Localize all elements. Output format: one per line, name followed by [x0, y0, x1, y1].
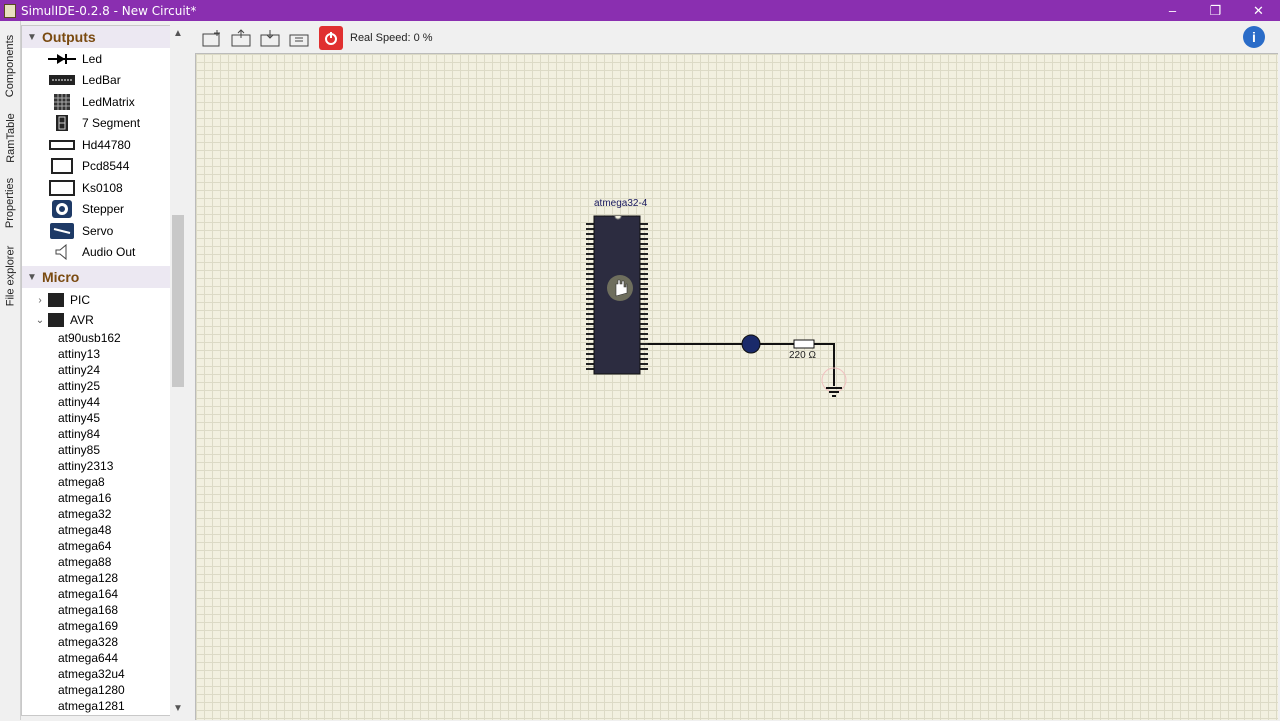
avr-item-attiny25[interactable]: attiny25	[22, 378, 185, 394]
side-tabs: Components RamTable Properties File expl…	[0, 21, 21, 720]
seven-segment-icon	[47, 114, 77, 132]
speaker-icon	[47, 243, 77, 261]
component-ks0108[interactable]: Ks0108	[22, 177, 185, 199]
new-file-icon	[202, 30, 220, 47]
chevron-right-icon: ›	[38, 294, 42, 306]
tab-file-explorer[interactable]: File explorer	[0, 241, 21, 311]
info-icon: i	[1252, 29, 1256, 45]
avr-item-atmega644[interactable]: atmega644	[22, 650, 185, 666]
power-icon	[325, 32, 337, 45]
tab-properties[interactable]: Properties	[0, 173, 21, 233]
category-micro[interactable]: ▼ Micro	[22, 266, 185, 288]
power-button[interactable]	[319, 26, 343, 50]
servo-icon	[47, 222, 77, 240]
component-servo[interactable]: Servo	[22, 220, 185, 242]
category-label: Outputs	[42, 29, 96, 45]
avr-item-atmega1280[interactable]: atmega1280	[22, 682, 185, 698]
avr-item-atmega1281[interactable]: atmega1281	[22, 698, 185, 714]
avr-item-attiny13[interactable]: attiny13	[22, 346, 185, 362]
group-avr[interactable]: ⌄ AVR	[22, 310, 185, 330]
circuit-drawing	[586, 215, 847, 397]
component-stepper[interactable]: Stepper	[22, 199, 185, 221]
group-pic[interactable]: › PIC	[22, 290, 185, 310]
panel-scrollbar[interactable]: ▲ ▼	[170, 25, 186, 716]
avr-item-atmega168[interactable]: atmega168	[22, 602, 185, 618]
open-circuit-button[interactable]	[229, 26, 253, 50]
component-7segment[interactable]: 7 Segment	[22, 113, 185, 135]
avr-list: at90usb162 attiny13 attiny24 attiny25 attiny…	[22, 330, 185, 714]
open-folder-icon	[231, 29, 251, 47]
scroll-down-icon[interactable]: ▼	[170, 700, 186, 716]
lcd-icon	[47, 157, 77, 175]
chip-icon	[48, 313, 64, 327]
resistor-label: 220 Ω	[789, 350, 816, 361]
avr-item-atmega88[interactable]: atmega88	[22, 554, 185, 570]
avr-item-attiny24[interactable]: attiny24	[22, 362, 185, 378]
real-speed-label: Real Speed: 0 %	[350, 32, 433, 44]
save-as-icon	[289, 34, 309, 47]
components-panel: ▼ Outputs Led LedBar LedMatrix 7 Segment…	[21, 25, 186, 716]
save-circuit-button[interactable]	[258, 26, 282, 50]
avr-item-atmega169[interactable]: atmega169	[22, 618, 185, 634]
component-ledmatrix[interactable]: LedMatrix	[22, 91, 185, 113]
avr-item-atmega64[interactable]: atmega64	[22, 538, 185, 554]
info-button[interactable]: i	[1243, 26, 1265, 48]
avr-item-attiny44[interactable]: attiny44	[22, 394, 185, 410]
resistor	[793, 339, 815, 349]
toolbar: Real Speed: 0 % i	[195, 23, 1280, 53]
component-led[interactable]: Led	[22, 48, 185, 70]
minimize-button[interactable]: –	[1151, 0, 1194, 21]
led-icon	[47, 50, 77, 68]
stepper-icon	[47, 200, 77, 219]
scroll-up-icon[interactable]: ▲	[170, 25, 186, 41]
avr-item-attiny2313[interactable]: attiny2313	[22, 458, 185, 474]
chevron-down-icon: ▼	[27, 271, 37, 283]
avr-item-atmega16[interactable]: atmega16	[22, 490, 185, 506]
maximize-button[interactable]: ❐	[1194, 0, 1237, 21]
tab-ramtable[interactable]: RamTable	[0, 109, 21, 167]
close-button[interactable]: ✕	[1237, 0, 1280, 21]
avr-item-attiny84[interactable]: attiny84	[22, 426, 185, 442]
chevron-down-icon: ⌄	[35, 314, 45, 326]
save-as-button[interactable]	[287, 26, 311, 50]
avr-item-atmega32u4[interactable]: atmega32u4	[22, 666, 185, 682]
component-pcd8544[interactable]: Pcd8544	[22, 156, 185, 178]
circuit-canvas[interactable]: atmega32-4 220 Ω	[195, 53, 1278, 720]
avr-item-attiny45[interactable]: attiny45	[22, 410, 185, 426]
avr-item-atmega48[interactable]: atmega48	[22, 522, 185, 538]
new-circuit-button[interactable]	[200, 26, 224, 50]
lcd-icon	[47, 136, 77, 154]
avr-item-atmega164[interactable]: atmega164	[22, 586, 185, 602]
avr-item-atmega128[interactable]: atmega128	[22, 570, 185, 586]
avr-item-atmega8[interactable]: atmega8	[22, 474, 185, 490]
scroll-thumb[interactable]	[172, 215, 184, 387]
window-title: SimulIDE-0.2.8 - New Circuit*	[21, 3, 197, 18]
category-outputs[interactable]: ▼ Outputs	[22, 26, 185, 48]
tab-components[interactable]: Components	[0, 27, 21, 105]
app-icon	[4, 3, 16, 18]
component-audio-out[interactable]: Audio Out	[22, 242, 185, 264]
led-component	[741, 334, 761, 354]
lcd-icon	[47, 179, 77, 197]
title-bar: SimulIDE-0.2.8 - New Circuit* – ❐ ✕	[0, 0, 1280, 21]
category-label: Micro	[42, 269, 80, 285]
save-icon	[260, 30, 280, 47]
ledmatrix-icon	[47, 93, 77, 111]
ledbar-icon	[47, 71, 77, 89]
chip-icon	[48, 293, 64, 307]
component-hd44780[interactable]: Hd44780	[22, 134, 185, 156]
chevron-down-icon: ▼	[27, 31, 37, 43]
avr-item-atmega328[interactable]: atmega328	[22, 634, 185, 650]
avr-item-atmega32[interactable]: atmega32	[22, 506, 185, 522]
avr-item-attiny85[interactable]: attiny85	[22, 442, 185, 458]
avr-item-at90usb162[interactable]: at90usb162	[22, 330, 185, 346]
component-ledbar[interactable]: LedBar	[22, 70, 185, 92]
ground-icon	[826, 387, 842, 397]
